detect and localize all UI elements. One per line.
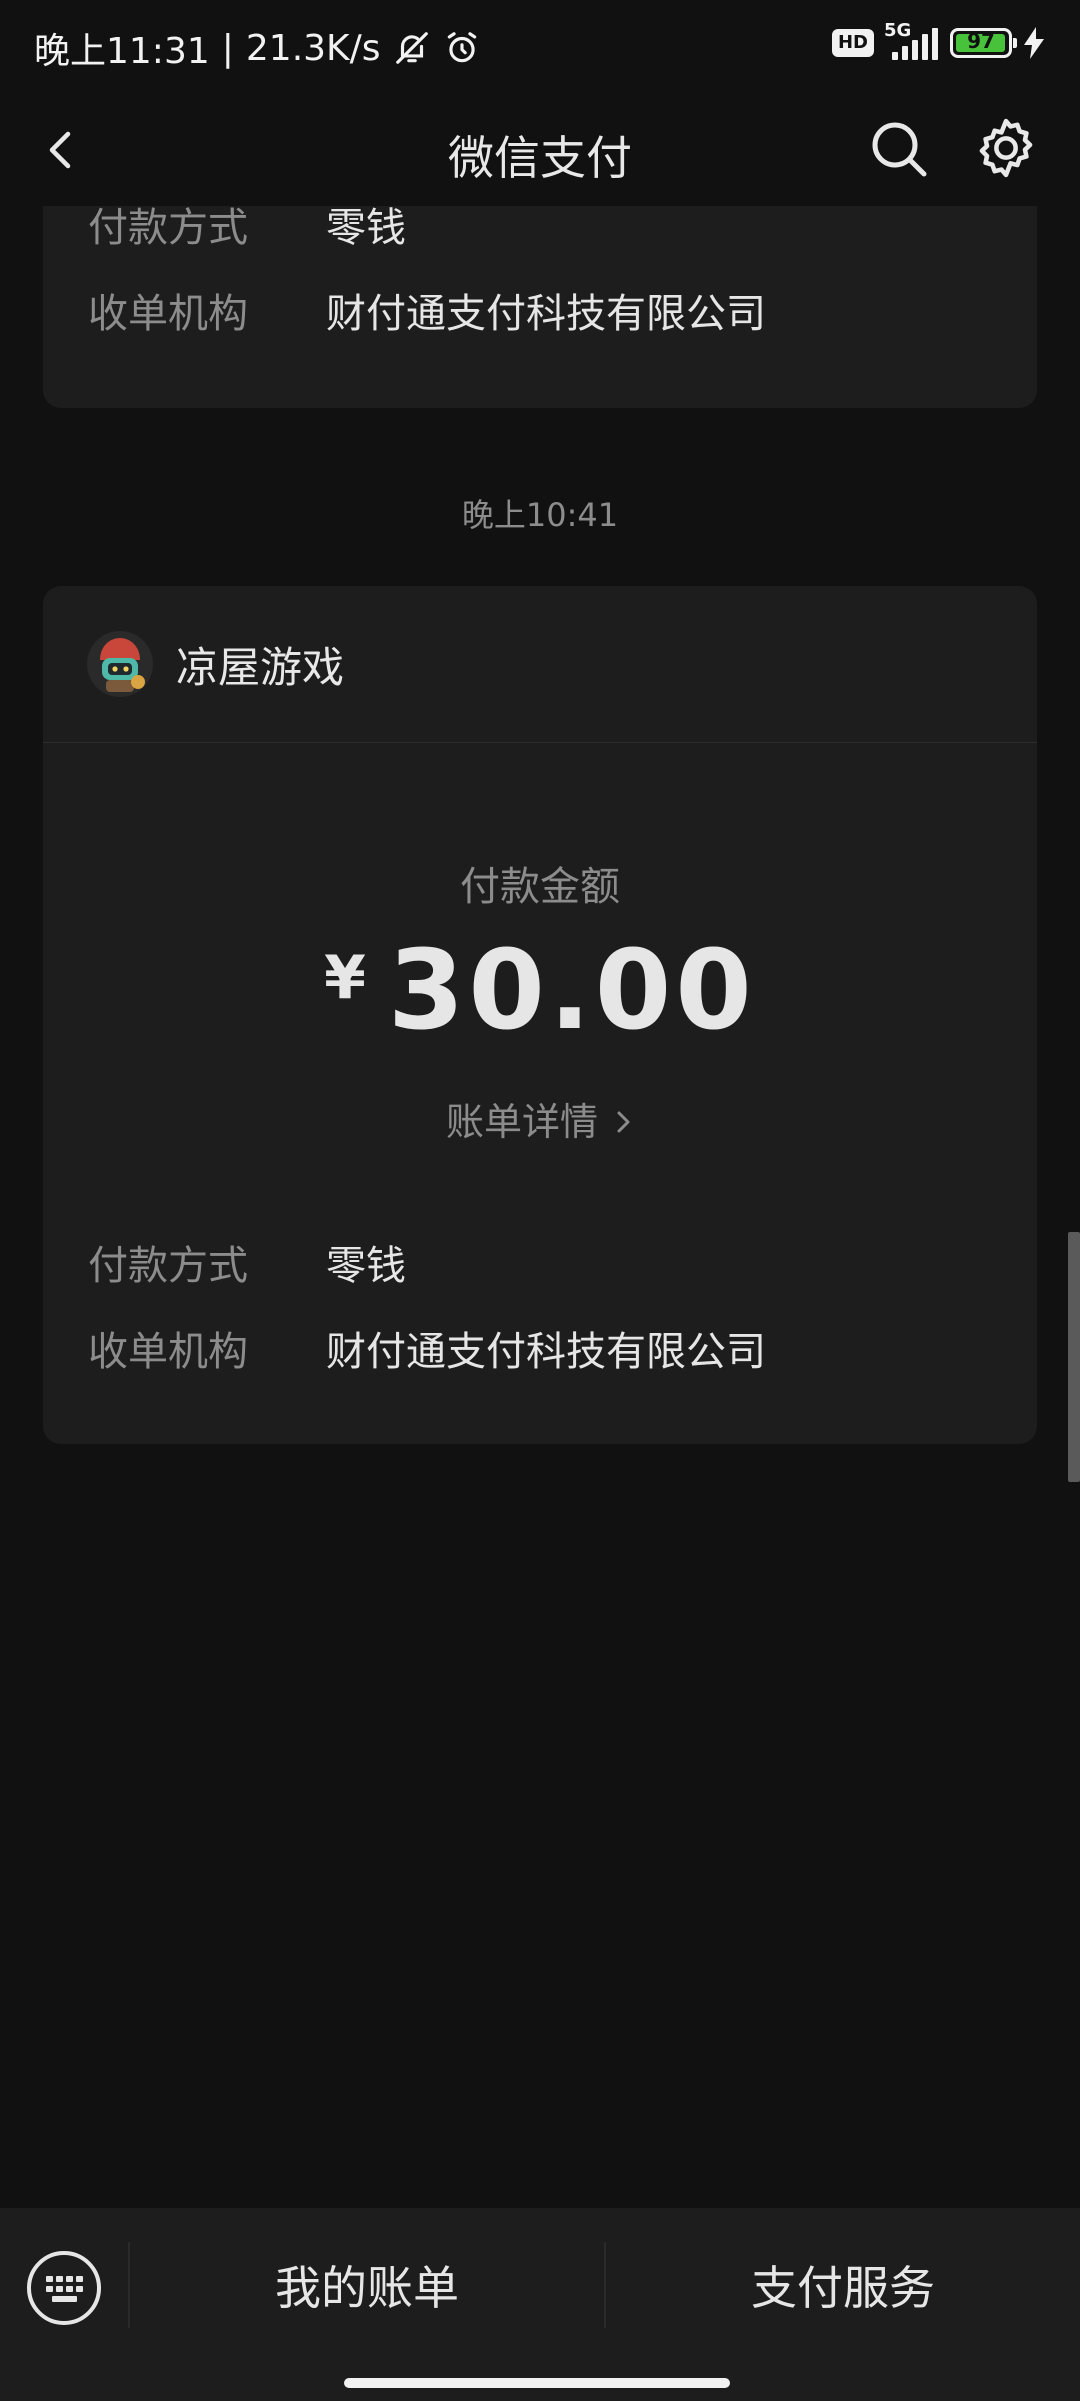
acquirer-row: 收单机构 财付通支付科技有限公司 <box>88 288 766 340</box>
keyboard-icon[interactable] <box>26 2250 102 2326</box>
battery-percent: 97 <box>967 29 995 53</box>
gear-icon[interactable] <box>972 114 1040 182</box>
net-speed: 21.3K/s <box>245 27 381 69</box>
bill-detail-label: 账单详情 <box>445 1100 598 1144</box>
amount-display: ¥30.00 <box>43 926 1037 1054</box>
wechat-pay-screen: 晚上11:31 | 21.3K/s HD 5G 97 微信支付 付款方式 零钱 … <box>0 0 1080 2401</box>
hd-badge: HD <box>831 29 874 57</box>
amount-value: 30.00 <box>387 926 756 1054</box>
message-timestamp: 晚上10:41 <box>461 496 619 534</box>
home-indicator[interactable] <box>344 2378 730 2388</box>
nav-bar: 微信支付 <box>0 96 1080 206</box>
acquirer-row: 收单机构 财付通支付科技有限公司 <box>88 1326 766 1378</box>
status-time: 晚上11:31 <box>34 31 210 72</box>
payment-method-label: 付款方式 <box>88 1243 248 1289</box>
scrollbar-thumb[interactable] <box>1068 1232 1080 1482</box>
acquirer-label: 收单机构 <box>88 291 248 337</box>
payment-method-label: 付款方式 <box>88 205 248 251</box>
amount-label: 付款金额 <box>460 864 620 910</box>
signal-icon: 5G <box>884 20 938 60</box>
acquirer-value: 财付通支付科技有限公司 <box>326 1329 766 1375</box>
status-separator: | <box>221 27 234 69</box>
menu-payment-services[interactable]: 支付服务 <box>606 2256 1080 2320</box>
status-left: 晚上11:31 | 21.3K/s <box>34 22 481 74</box>
chevron-right-icon <box>617 1111 630 1133</box>
merchant-header[interactable]: 凉屋游戏 <box>86 630 344 698</box>
payment-method-value: 零钱 <box>326 1243 406 1289</box>
bottom-menu-bar: 我的账单 支付服务 <box>0 2208 1080 2401</box>
payment-method-value: 零钱 <box>326 205 406 251</box>
payment-method-row: 付款方式 零钱 <box>88 202 406 254</box>
merchant-avatar <box>87 631 153 697</box>
card-divider <box>43 742 1037 743</box>
acquirer-value: 财付通支付科技有限公司 <box>326 291 766 337</box>
network-type: 5G <box>884 20 912 41</box>
alarm-icon <box>447 32 476 63</box>
status-right: HD 5G 97 <box>831 20 1044 60</box>
menu-my-bills[interactable]: 我的账单 <box>130 2256 604 2320</box>
status-bar: 晚上11:31 | 21.3K/s HD 5G 97 <box>0 0 1080 96</box>
payment-card[interactable]: 凉屋游戏 付款金额 ¥30.00 账单详情 付款方式 零钱 收单机构 财付通支付… <box>43 586 1037 1444</box>
bill-detail-link[interactable]: 账单详情 <box>43 1091 1037 1146</box>
charging-icon <box>1024 27 1044 59</box>
bell-off-icon <box>395 32 428 64</box>
currency-symbol: ¥ <box>324 943 366 1013</box>
search-icon[interactable] <box>866 116 932 182</box>
acquirer-label: 收单机构 <box>88 1329 248 1375</box>
payment-method-row: 付款方式 零钱 <box>88 1240 406 1292</box>
merchant-name: 凉屋游戏 <box>176 642 345 692</box>
battery-icon: 97 <box>950 28 1017 58</box>
